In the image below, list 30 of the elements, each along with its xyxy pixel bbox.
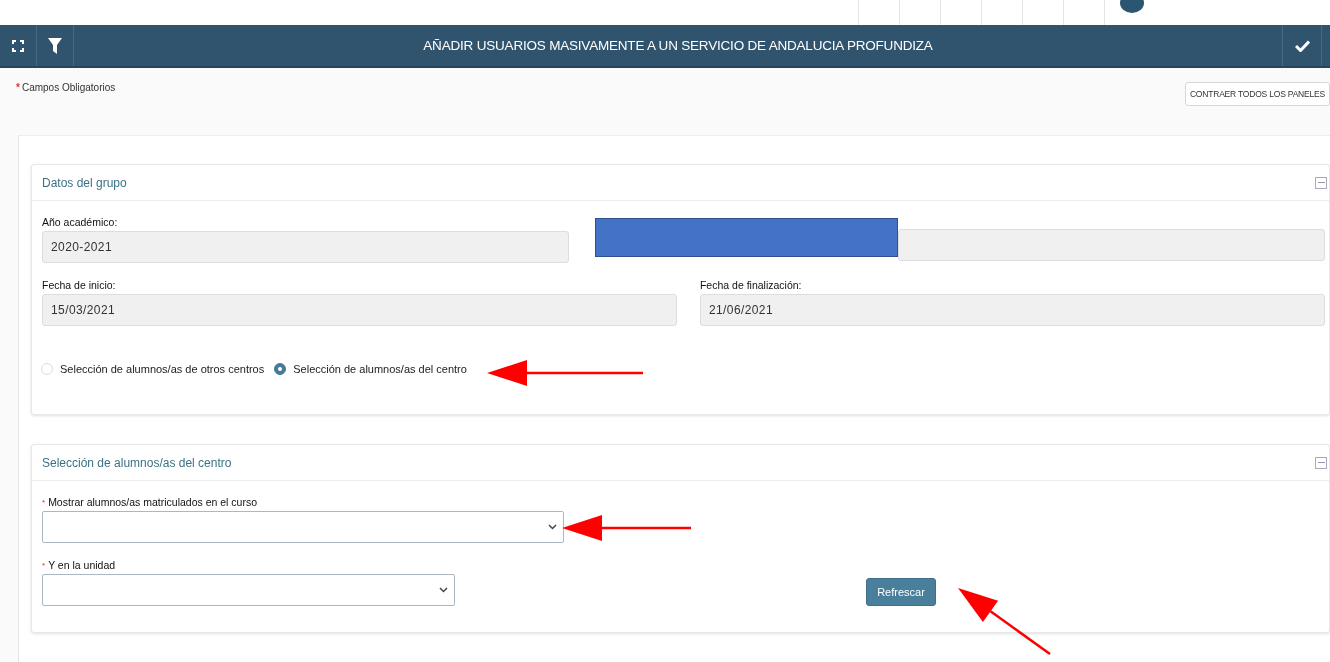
check-icon[interactable]: [1294, 39, 1310, 52]
field-label: Mostrar alumnos/as matriculados en el curso: [48, 496, 258, 508]
collapse-icon[interactable]: [1315, 456, 1327, 469]
field-label: Fecha de inicio:: [42, 279, 117, 291]
readonly-field[interactable]: 15/03/2021: [42, 294, 677, 326]
refresh-button[interactable]: Refrescar: [866, 578, 936, 606]
chevron-icon: [439, 587, 448, 593]
fullscreen-icon[interactable]: [12, 39, 24, 52]
readonly-field[interactable]: [897, 229, 1325, 261]
select-field[interactable]: [42, 511, 564, 543]
required-note: Campos Obligatorios: [21, 82, 116, 93]
required-mark: *: [42, 497, 46, 507]
radio-option[interactable]: Selección de alumnos/as del centro: [274, 363, 467, 375]
required-mark: *: [42, 560, 46, 570]
readonly-field[interactable]: 21/06/2021: [699, 294, 1325, 326]
filter-icon[interactable]: [48, 37, 62, 54]
readonly-field[interactable]: 2020-2021: [42, 231, 569, 263]
field-label: Y en la unidad: [48, 559, 116, 571]
required-mark: *: [16, 82, 20, 93]
field-label: Año académico:: [42, 216, 119, 228]
field-label: Fecha de finalización:: [699, 279, 803, 291]
collapse-all-button[interactable]: CONTRAER TODOS LOS PANELES: [1184, 82, 1330, 106]
avatar-icon[interactable]: [1117, 0, 1147, 14]
chevron-icon: [548, 524, 557, 530]
collapse-icon[interactable]: [1315, 176, 1327, 189]
panel-title: Datos del grupo: [42, 175, 127, 190]
radio-option[interactable]: Selección de alumnos/as de otros centros: [41, 363, 265, 375]
panel-title: Selección de alumnos/as del centro: [42, 455, 232, 470]
select-field[interactable]: [42, 574, 455, 606]
window-title: AÑADIR USUARIOS MASIVAMENTE A UN SERVICIO DE ANDALUCIA PROFUNDIZA: [422, 37, 934, 55]
